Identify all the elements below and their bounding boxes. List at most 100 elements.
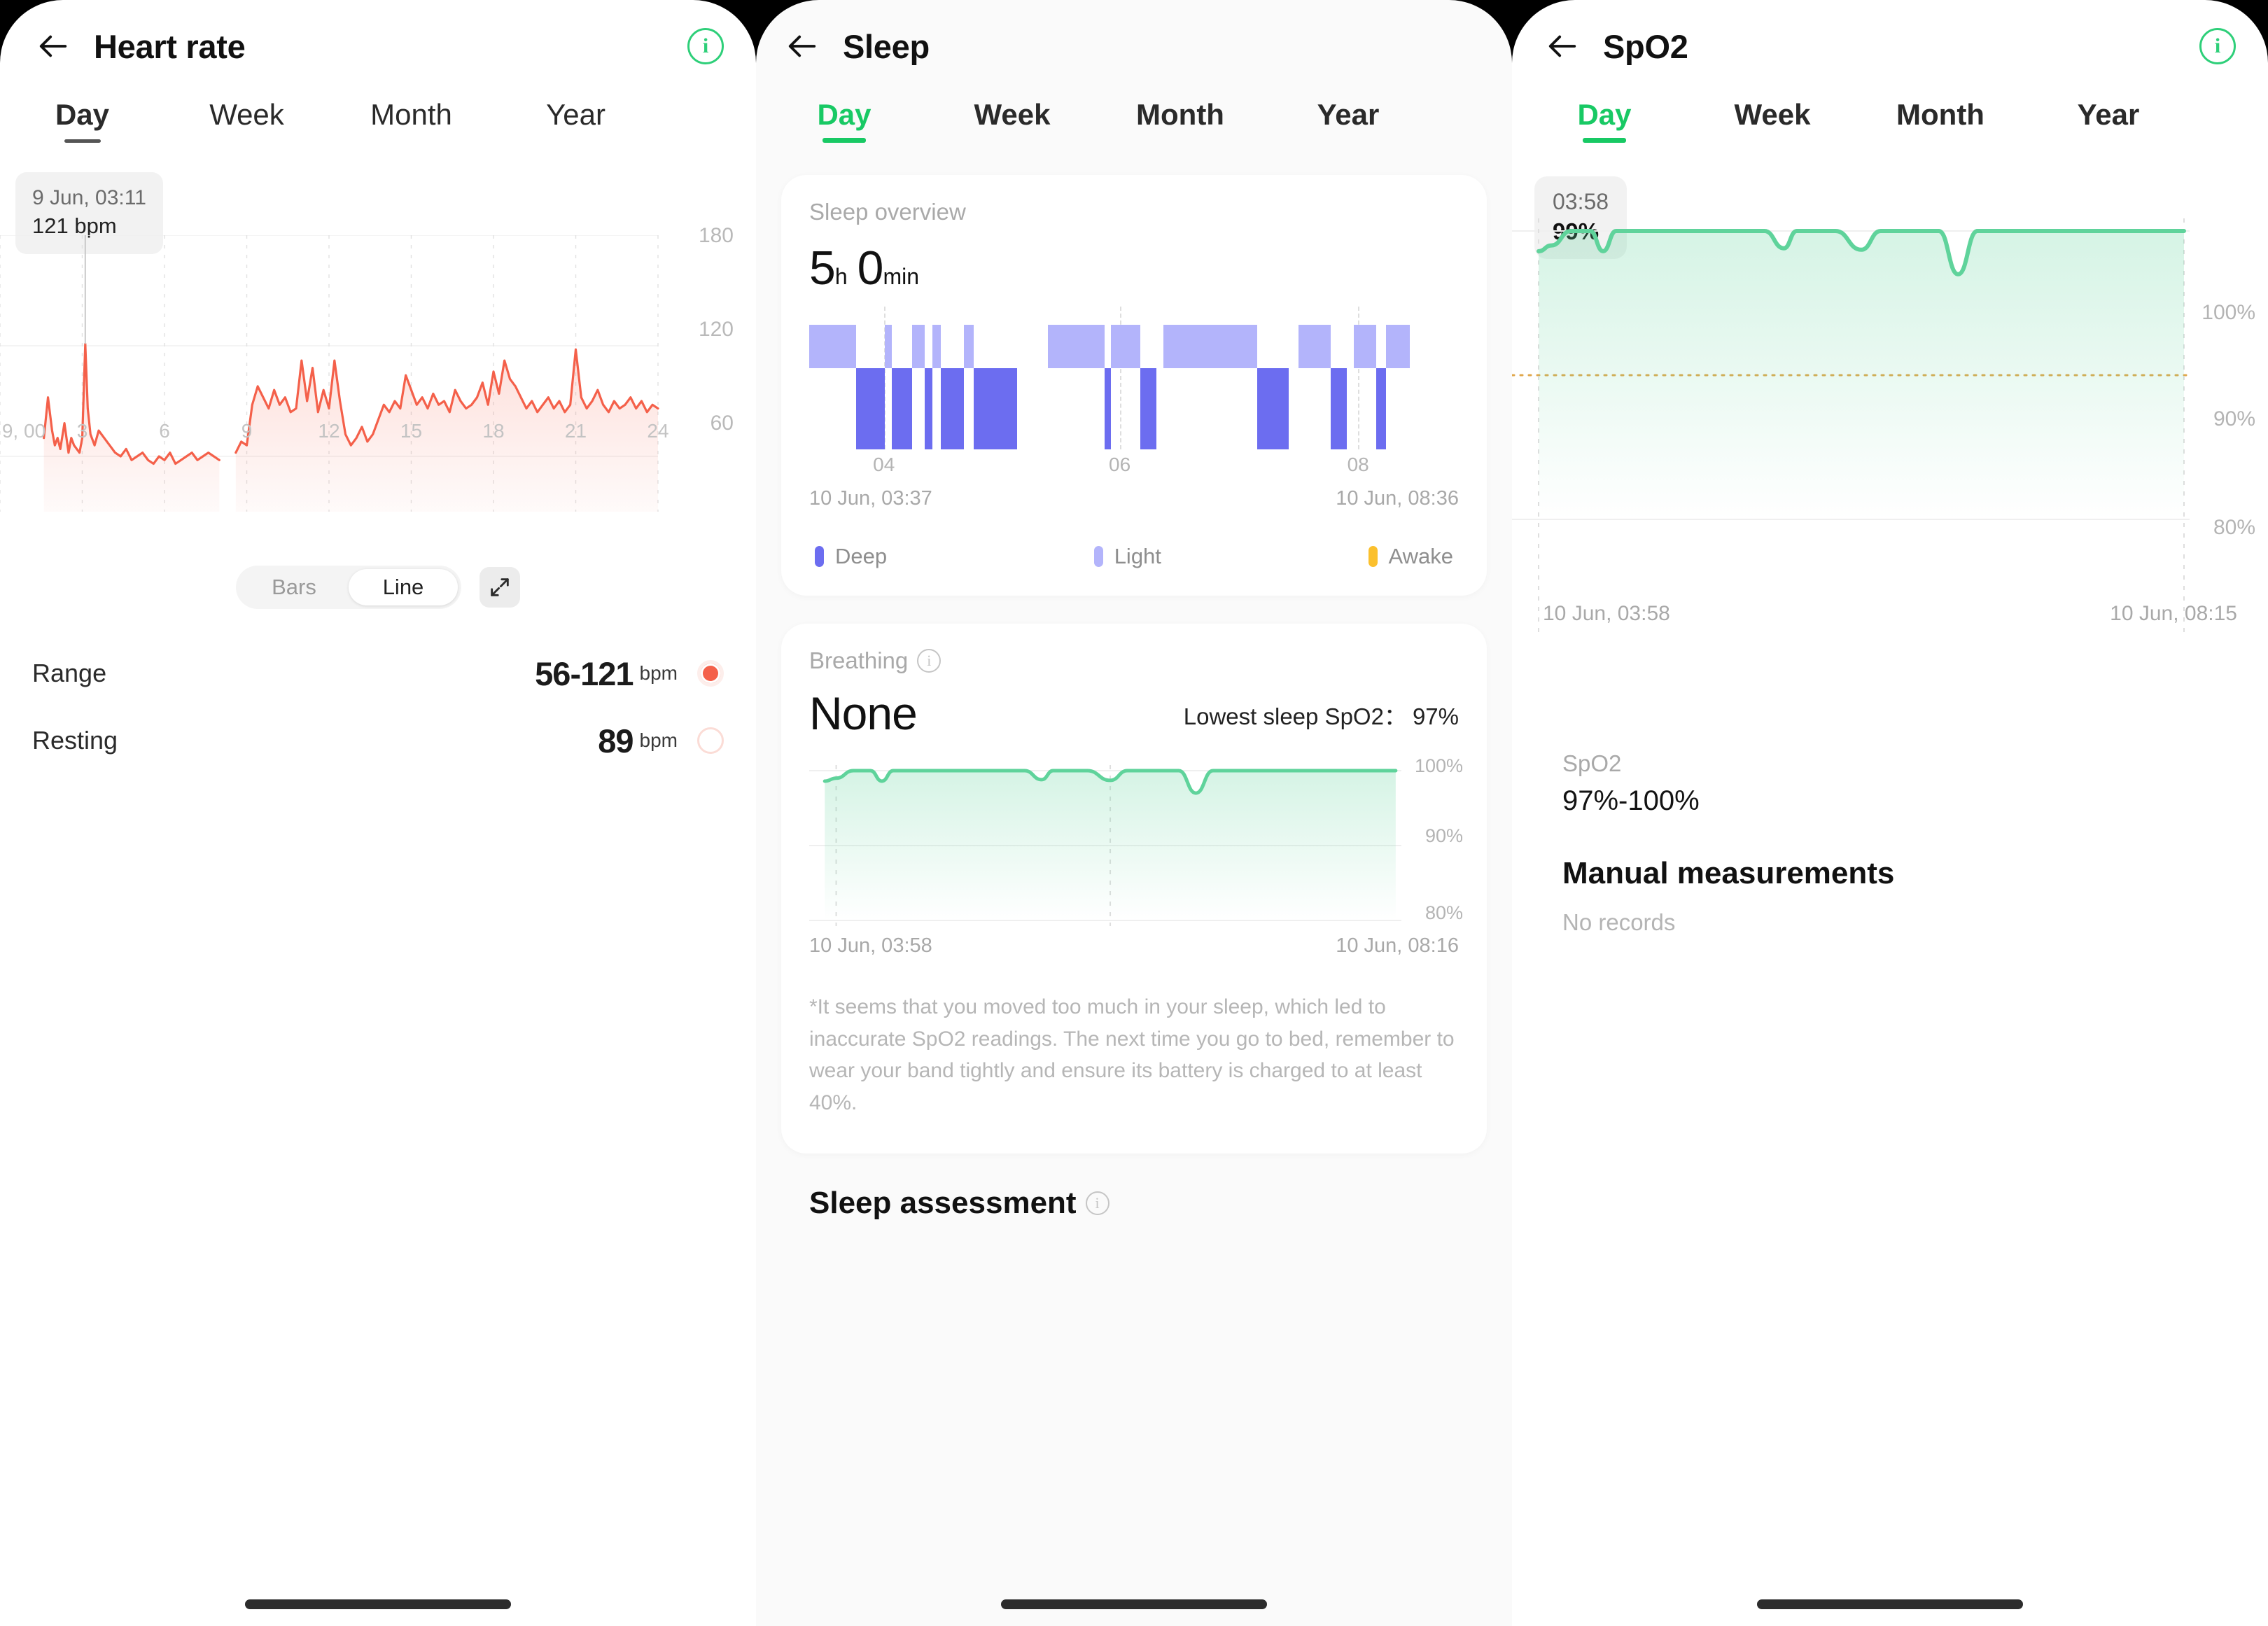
- tab-day-label: Day: [1577, 98, 1632, 131]
- home-indicator: [1757, 1599, 2023, 1609]
- mini-y-tick-100: 100%: [1414, 755, 1463, 776]
- sleep-spo2-chart[interactable]: 100% 90% 80%: [809, 755, 1463, 926]
- sleep-legend: Deep Light Awake: [809, 544, 1459, 572]
- back-button[interactable]: [1541, 25, 1583, 67]
- home-indicator: [245, 1599, 511, 1609]
- bars-option[interactable]: Bars: [239, 569, 349, 605]
- spo2-time-range: 10 Jun, 03:58 10 Jun, 08:15: [1512, 602, 2268, 626]
- lowest-sleep-spo2-label: Lowest sleep SpO2：: [1183, 703, 1407, 729]
- y-tick-100: 100%: [2202, 301, 2255, 324]
- sleep-overview-card: Sleep overview 5h 0min 04 06 08 10 Jun, 03:…: [781, 175, 1487, 596]
- back-button[interactable]: [781, 25, 823, 67]
- sleep-segment-deep: [925, 368, 933, 449]
- info-icon[interactable]: i: [1085, 1191, 1110, 1216]
- spo2-chart[interactable]: 03:58 99% 100% 90% 80% 10 Jun, 03:58 10 …: [1512, 176, 2268, 736]
- legend-light-label: Light: [1114, 544, 1161, 568]
- spo2-end-time: 10 Jun, 08:15: [2110, 602, 2237, 625]
- deep-color-swatch: [815, 546, 824, 567]
- sleep-segment-light: [1163, 325, 1258, 368]
- sleep-segment-deep: [941, 368, 964, 449]
- sleep-tabs: Day Week Month Year: [756, 80, 1512, 162]
- spo2-tabs: Day Week Month Year: [1512, 80, 2268, 162]
- tab-week-label: Week: [1734, 98, 1811, 131]
- page-title: SpO2: [1603, 27, 1688, 65]
- page-title: Heart rate: [94, 27, 246, 65]
- tab-month[interactable]: Month: [1096, 98, 1264, 143]
- legend-item-deep: Deep: [815, 544, 887, 569]
- breathing-summary-row: None Lowest sleep SpO2： 97%: [809, 687, 1459, 740]
- heart-rate-plot: [0, 235, 659, 512]
- sleep-minutes: 0: [857, 241, 884, 295]
- tab-day[interactable]: Day: [0, 98, 164, 143]
- sleep-spo2-plot: [809, 765, 1401, 926]
- sleep-segment-light: [1298, 325, 1331, 368]
- tab-month-label: Month: [1136, 98, 1224, 131]
- x-tick-0: 9, 00: [1, 420, 46, 442]
- spo2-start-time: 10 Jun, 03:58: [1543, 602, 1670, 625]
- tab-year[interactable]: Year: [1264, 98, 1432, 143]
- sleep-duration: 5h 0min: [809, 241, 1459, 295]
- heart-rate-y-axis: 180 120 60: [692, 224, 748, 512]
- chart-type-segmented-control[interactable]: Bars Line: [236, 566, 461, 609]
- sleep-start-time: 10 Jun, 03:37: [809, 487, 932, 510]
- range-label: Range: [32, 659, 107, 687]
- sleep-segment-deep: [891, 368, 912, 449]
- info-icon[interactable]: i: [917, 649, 941, 673]
- tab-year[interactable]: Year: [2024, 98, 2192, 143]
- sleep-x-tick-0: 04: [873, 454, 895, 475]
- sleep-segment-light: [1386, 325, 1410, 368]
- info-icon[interactable]: i: [687, 28, 724, 64]
- range-marker-icon: [697, 660, 724, 687]
- sleep-segment-deep: [1105, 368, 1111, 449]
- status-bar-spacer: [756, 0, 1512, 13]
- resting-label: Resting: [32, 726, 118, 755]
- legend-awake-label: Awake: [1388, 544, 1454, 568]
- tab-day[interactable]: Day: [1520, 98, 1688, 143]
- x-tick-7: 21: [564, 420, 587, 442]
- breathing-value: None: [809, 687, 918, 739]
- legend-item-light: Light: [1093, 544, 1161, 569]
- heart-rate-appbar: Heart rate i: [0, 13, 756, 80]
- tab-underline: [1583, 138, 1626, 143]
- spo2-summary-label: SpO2: [1562, 750, 1622, 776]
- manual-measurements-title: Manual measurements: [1562, 856, 1895, 890]
- x-tick-5: 15: [400, 420, 423, 442]
- three-phone-screenshots: Heart rate i Day Week Month Year 9 Jun, …: [0, 0, 2268, 1626]
- tab-week[interactable]: Week: [164, 98, 329, 143]
- status-bar-spacer: [0, 0, 756, 13]
- sleep-segment-deep: [1331, 368, 1348, 449]
- sleep-segment-light: [809, 325, 856, 368]
- tab-year-label: Year: [2077, 98, 2140, 131]
- lowest-sleep-spo2: Lowest sleep SpO2： 97%: [1184, 698, 1459, 740]
- x-tick-2: 6: [159, 420, 170, 442]
- tooltip-time: 9 Jun, 03:11: [32, 186, 146, 209]
- range-value: 56-121: [535, 654, 634, 692]
- sleep-segment-light: [1110, 325, 1141, 368]
- tab-month[interactable]: Month: [1856, 98, 2024, 143]
- tab-week[interactable]: Week: [1688, 98, 1856, 143]
- sleep-x-tick-2: 08: [1347, 454, 1369, 475]
- breathing-card: Breathing i None Lowest sleep SpO2： 97% 1…: [781, 624, 1487, 1154]
- spo2-appbar: SpO2 i: [1512, 13, 2268, 80]
- spo2-summary-value: 97%-100%: [1562, 785, 1700, 816]
- sleep-stage-chart[interactable]: [809, 307, 1459, 449]
- sleep-screen: Sleep Day Week Month Year Sleep overview: [756, 0, 1512, 1626]
- heart-rate-screen: Heart rate i Day Week Month Year 9 Jun, …: [0, 0, 756, 1626]
- tab-day[interactable]: Day: [760, 98, 928, 143]
- spo2-summary: SpO2 97%-100% Manual measurements No rec…: [1512, 750, 2268, 936]
- breathing-header: Breathing i: [809, 647, 1459, 674]
- sleep-end-time: 10 Jun, 08:36: [1336, 487, 1459, 510]
- tab-month[interactable]: Month: [329, 98, 493, 143]
- back-button[interactable]: [32, 25, 74, 67]
- sleep-hours: 5: [809, 241, 836, 295]
- heart-rate-tabs: Day Week Month Year: [0, 80, 756, 162]
- breathing-end-time: 10 Jun, 08:16: [1336, 934, 1459, 957]
- line-option[interactable]: Line: [349, 569, 458, 605]
- expand-icon[interactable]: [479, 567, 520, 608]
- sleep-time-range: 10 Jun, 03:37 10 Jun, 08:36: [809, 487, 1459, 510]
- info-icon[interactable]: i: [2199, 28, 2236, 64]
- sleep-appbar: Sleep: [756, 13, 1512, 80]
- light-color-swatch: [1093, 546, 1103, 567]
- tab-week[interactable]: Week: [928, 98, 1096, 143]
- tab-year[interactable]: Year: [493, 98, 658, 143]
